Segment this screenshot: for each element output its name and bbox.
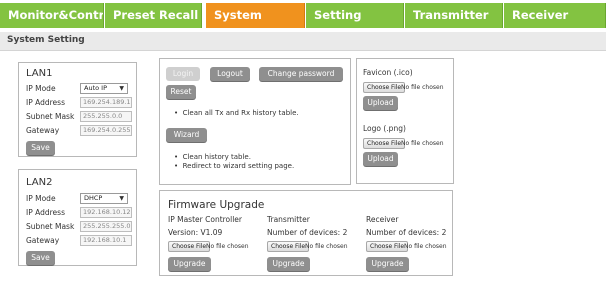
fw-receiver-file-status: No file chosen (404, 243, 447, 250)
tab-monitor-control[interactable]: Monitor&Control (0, 3, 104, 28)
lan1-gateway-field[interactable]: 169.254.0.255 (80, 125, 132, 136)
change-password-button[interactable]: Change password (259, 67, 343, 81)
lan1-subnet-field[interactable]: 255.255.0.0 (80, 111, 132, 122)
logo-choose-file-button[interactable]: Choose File (363, 138, 406, 149)
fw-ip-master-version: Version: V1.09 (168, 228, 223, 237)
top-nav: Monitor&Control Preset Recall System Set… (0, 0, 606, 29)
lan2-gateway-label: Gateway (26, 236, 60, 245)
firmware-panel: Firmware Upgrade IP Master Controller Ve… (159, 190, 453, 276)
fw-receiver-devices: Number of devices: 2 (366, 228, 447, 237)
wizard-note-text: Redirect to wizard setting page. (182, 162, 295, 170)
lan1-gateway-label: Gateway (26, 126, 60, 135)
account-panel: Login Logout Change password Reset • Cle… (159, 58, 351, 185)
reset-note: • Clean all Tx and Rx history table. (174, 109, 299, 117)
chevron-down-icon: ▼ (119, 85, 124, 92)
favicon-title: Favicon (.ico) (363, 68, 413, 77)
wizard-note-text: Clean history table. (182, 153, 251, 161)
fw-ip-master-upgrade-button[interactable]: Upgrade (168, 257, 211, 271)
lan2-ip-mode-value: DHCP (84, 194, 103, 202)
lan2-gateway-field[interactable]: 192.168.10.1 (80, 235, 132, 246)
reset-button[interactable]: Reset (166, 85, 196, 99)
lan2-subnet-field[interactable]: 255.255.255.0 (80, 221, 132, 232)
logout-button[interactable]: Logout (210, 67, 250, 81)
fw-transmitter-upgrade-button[interactable]: Upgrade (267, 257, 310, 271)
tab-setting[interactable]: Setting (306, 3, 404, 28)
lan2-ip-mode-select[interactable]: DHCP ▼ (80, 193, 128, 204)
fw-transmitter-devices: Number of devices: 2 (267, 228, 348, 237)
tab-system[interactable]: System (206, 3, 305, 28)
fw-ip-master-choose-file-button[interactable]: Choose File (168, 241, 211, 252)
lan1-title: LAN1 (26, 68, 53, 79)
lan1-subnet-label: Subnet Mask (26, 112, 75, 121)
branding-panel: Favicon (.ico) Choose File No file chose… (356, 58, 454, 184)
reset-note-text: Clean all Tx and Rx history table. (182, 109, 299, 117)
favicon-file-status: No file chosen (401, 84, 444, 91)
lan1-ip-address-label: IP Address (26, 98, 65, 107)
login-button[interactable]: Login (166, 67, 200, 81)
lan2-ip-mode-label: IP Mode (26, 194, 56, 203)
lan2-title: LAN2 (26, 177, 53, 188)
lan1-save-button[interactable]: Save (26, 141, 55, 155)
fw-receiver-heading: Receiver (366, 215, 399, 224)
lan1-ip-mode-select[interactable]: Auto IP ▼ (80, 83, 128, 94)
tab-transmitter[interactable]: Transmitter (405, 3, 503, 28)
page-title: System Setting (7, 35, 85, 45)
favicon-choose-file-button[interactable]: Choose File (363, 82, 406, 93)
logo-upload-button[interactable]: Upload (363, 152, 398, 166)
lan1-ip-mode-value: Auto IP (84, 84, 107, 92)
lan2-panel: LAN2 IP Mode DHCP ▼ IP Address 192.168.1… (18, 169, 137, 266)
lan2-save-button[interactable]: Save (26, 251, 55, 265)
fw-transmitter-heading: Transmitter (267, 215, 310, 224)
lan2-subnet-label: Subnet Mask (26, 222, 75, 231)
lan2-ip-address-field[interactable]: 192.168.10.125 (80, 207, 132, 218)
lan1-panel: LAN1 IP Mode Auto IP ▼ IP Address 169.25… (18, 62, 137, 157)
lan1-ip-address-field[interactable]: 169.254.189.12 (80, 97, 132, 108)
tab-preset-recall[interactable]: Preset Recall (105, 3, 202, 28)
tab-receiver[interactable]: Receiver (504, 3, 606, 28)
section-header: System Setting (0, 32, 606, 51)
fw-receiver-upgrade-button[interactable]: Upgrade (366, 257, 409, 271)
fw-transmitter-choose-file-button[interactable]: Choose File (267, 241, 310, 252)
wizard-button[interactable]: Wizard (166, 128, 207, 142)
firmware-title: Firmware Upgrade (168, 199, 265, 211)
wizard-note: • Clean history table. (174, 153, 251, 161)
fw-ip-master-heading: IP Master Controller (168, 215, 243, 224)
wizard-note: • Redirect to wizard setting page. (174, 162, 295, 170)
lan2-ip-address-label: IP Address (26, 208, 65, 217)
fw-receiver-choose-file-button[interactable]: Choose File (366, 241, 409, 252)
lan1-ip-mode-label: IP Mode (26, 84, 56, 93)
chevron-down-icon: ▼ (119, 195, 124, 202)
logo-title: Logo (.png) (363, 124, 406, 133)
logo-file-status: No file chosen (401, 140, 444, 147)
fw-transmitter-file-status: No file chosen (305, 243, 348, 250)
favicon-upload-button[interactable]: Upload (363, 96, 398, 110)
fw-ip-master-file-status: No file chosen (206, 243, 249, 250)
